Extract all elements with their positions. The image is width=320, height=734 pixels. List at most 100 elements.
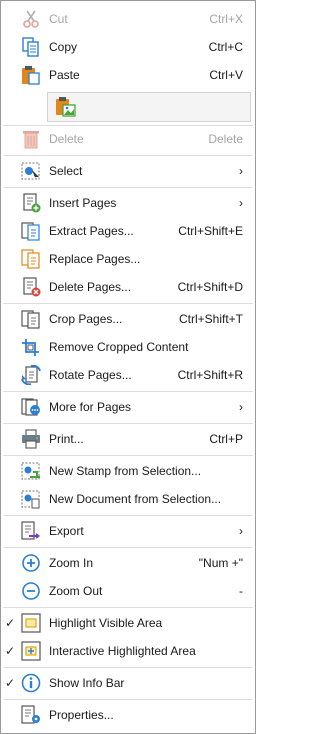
menu-item-replace-pages[interactable]: Replace Pages... — [1, 247, 255, 271]
delete-pages-shortcut: Ctrl+Shift+D — [177, 280, 243, 294]
menu-item-rotate-pages[interactable]: Rotate Pages... Ctrl+Shift+R — [1, 363, 255, 387]
menu-item-cut: Cut Ctrl+X — [1, 7, 255, 31]
rotate-pages-icon — [19, 365, 43, 385]
delete-pages-label: Delete Pages... — [49, 280, 132, 294]
separator — [3, 391, 253, 392]
menu-item-insert-pages[interactable]: Insert Pages › — [1, 191, 255, 215]
delete-shortcut: Delete — [208, 132, 243, 146]
separator — [3, 547, 253, 548]
menu-item-paste[interactable]: Paste Ctrl+V — [1, 63, 255, 87]
select-area-icon — [19, 161, 43, 181]
properties-icon — [19, 705, 43, 725]
menu-item-extract-pages[interactable]: Extract Pages... Ctrl+Shift+E — [1, 219, 255, 243]
menu-item-more-for-pages[interactable]: More for Pages › — [1, 395, 255, 419]
print-label: Print... — [49, 432, 84, 446]
interactive-area-icon — [19, 641, 43, 661]
more-for-pages-label: More for Pages — [49, 400, 132, 414]
trash-icon — [19, 129, 43, 149]
menu-item-zoom-out[interactable]: Zoom Out - — [1, 579, 255, 603]
scissors-icon — [19, 9, 43, 29]
properties-label: Properties... — [49, 708, 114, 722]
print-shortcut: Ctrl+P — [209, 432, 243, 446]
separator — [3, 455, 253, 456]
context-menu: Cut Ctrl+X Copy Ctrl+C Paste Ctrl+V Dele… — [0, 0, 256, 734]
interactive-highlight-label: Interactive Highlighted Area — [49, 644, 196, 658]
document-selection-icon — [19, 489, 43, 509]
insert-pages-icon — [19, 193, 43, 213]
chevron-right-icon: › — [239, 524, 243, 538]
separator — [3, 303, 253, 304]
chevron-right-icon: › — [239, 400, 243, 414]
export-label: Export — [49, 524, 84, 538]
menu-item-export[interactable]: Export › — [1, 519, 255, 543]
menu-item-select[interactable]: Select › — [1, 159, 255, 183]
menu-item-delete: Delete Delete — [1, 127, 255, 151]
zoom-out-icon — [19, 581, 43, 601]
menu-item-show-info-bar[interactable]: ✓ Show Info Bar — [1, 671, 255, 695]
crop-pages-label: Crop Pages... — [49, 312, 123, 326]
paste-image-icon — [54, 96, 78, 118]
menu-item-remove-cropped-content[interactable]: Remove Cropped Content — [1, 335, 255, 359]
menu-item-zoom-in[interactable]: Zoom In "Num +" — [1, 551, 255, 575]
delete-pages-icon — [19, 277, 43, 297]
crop-icon — [19, 337, 43, 357]
extract-pages-shortcut: Ctrl+Shift+E — [178, 224, 243, 238]
insert-pages-label: Insert Pages — [49, 196, 117, 210]
separator — [3, 699, 253, 700]
printer-icon — [19, 429, 43, 449]
checkmark-icon: ✓ — [5, 676, 16, 690]
rotate-pages-shortcut: Ctrl+Shift+R — [177, 368, 243, 382]
menu-item-highlight-visible-area[interactable]: ✓ Highlight Visible Area — [1, 611, 255, 635]
copy-label: Copy — [49, 40, 78, 54]
crop-pages-shortcut: Ctrl+Shift+T — [178, 312, 243, 326]
menu-item-new-stamp[interactable]: New Stamp from Selection... — [1, 459, 255, 483]
cut-label: Cut — [49, 12, 68, 26]
separator — [3, 187, 253, 188]
delete-label: Delete — [49, 132, 84, 146]
zoom-out-shortcut: - — [239, 584, 243, 598]
checkmark-icon: ✓ — [5, 616, 16, 630]
menu-item-interactive-highlighted-area[interactable]: ✓ Interactive Highlighted Area — [1, 639, 255, 663]
rotate-pages-label: Rotate Pages... — [49, 368, 132, 382]
copy-shortcut: Ctrl+C — [208, 40, 243, 54]
paste-preview-box[interactable] — [47, 92, 251, 122]
stamp-selection-icon — [19, 461, 43, 481]
separator — [3, 423, 253, 424]
separator — [3, 607, 253, 608]
separator — [3, 667, 253, 668]
checkmark-icon: ✓ — [5, 644, 16, 658]
highlight-visible-label: Highlight Visible Area — [49, 616, 163, 630]
separator — [3, 515, 253, 516]
replace-pages-label: Replace Pages... — [49, 252, 141, 266]
show-info-bar-label: Show Info Bar — [49, 676, 125, 690]
paste-icon — [19, 65, 43, 85]
more-pages-icon — [19, 397, 43, 417]
zoom-in-icon — [19, 553, 43, 573]
export-icon — [19, 521, 43, 541]
replace-pages-icon — [19, 249, 43, 269]
zoom-in-shortcut: "Num +" — [198, 556, 243, 570]
separator — [3, 125, 253, 126]
chevron-right-icon: › — [239, 164, 243, 178]
separator — [3, 155, 253, 156]
new-document-label: New Document from Selection... — [49, 492, 222, 506]
copy-icon — [19, 37, 43, 57]
menu-item-properties[interactable]: Properties... — [1, 703, 255, 727]
paste-label: Paste — [49, 68, 80, 82]
extract-pages-label: Extract Pages... — [49, 224, 134, 238]
zoom-out-label: Zoom Out — [49, 584, 103, 598]
cut-shortcut: Ctrl+X — [209, 12, 243, 26]
extract-pages-icon — [19, 221, 43, 241]
zoom-in-label: Zoom In — [49, 556, 94, 570]
menu-item-new-document[interactable]: New Document from Selection... — [1, 487, 255, 511]
highlight-area-icon — [19, 613, 43, 633]
menu-item-delete-pages[interactable]: Delete Pages... Ctrl+Shift+D — [1, 275, 255, 299]
paste-shortcut: Ctrl+V — [209, 68, 243, 82]
crop-pages-icon — [19, 309, 43, 329]
info-icon — [19, 673, 43, 693]
menu-item-copy[interactable]: Copy Ctrl+C — [1, 35, 255, 59]
menu-item-print[interactable]: Print... Ctrl+P — [1, 427, 255, 451]
remove-cropped-label: Remove Cropped Content — [49, 340, 189, 354]
menu-item-crop-pages[interactable]: Crop Pages... Ctrl+Shift+T — [1, 307, 255, 331]
new-stamp-label: New Stamp from Selection... — [49, 464, 202, 478]
